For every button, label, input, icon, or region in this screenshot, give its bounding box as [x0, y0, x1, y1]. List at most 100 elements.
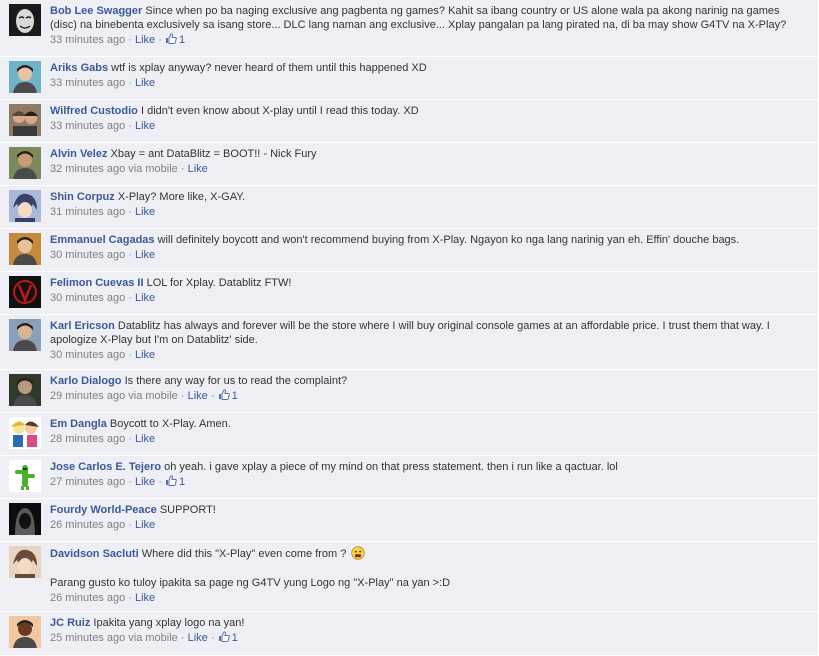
- comment-timestamp[interactable]: 30 minutes ago: [50, 292, 125, 304]
- separator-dot: ·: [207, 632, 218, 644]
- comment-author-link[interactable]: JC Ruiz: [50, 617, 90, 629]
- anime-avatar[interactable]: [9, 546, 41, 578]
- thumbs-up-icon: [218, 631, 230, 646]
- like-button[interactable]: Like: [188, 390, 208, 402]
- comment-line: Jose Carlos E. Tejero oh yeah. i gave xp…: [50, 460, 798, 474]
- comment-timestamp[interactable]: 31 minutes ago: [50, 206, 125, 218]
- comment-meta: 29 minutes ago via mobile · Like · 1: [50, 389, 798, 404]
- like-button[interactable]: Like: [135, 476, 155, 488]
- comment-timestamp[interactable]: 33 minutes ago: [50, 120, 125, 132]
- comment-body: Ariks Gabs wtf is xplay anyway? never he…: [50, 61, 798, 90]
- comment-timestamp[interactable]: 33 minutes ago: [50, 34, 125, 46]
- via-mobile-label: via mobile: [128, 632, 178, 644]
- person-avatar[interactable]: [9, 616, 41, 648]
- comment-line: Karlo Dialogo Is there any way for us to…: [50, 374, 798, 388]
- separator-dot: ·: [207, 390, 218, 402]
- like-button[interactable]: Like: [188, 163, 208, 175]
- comment-meta: 25 minutes ago via mobile · Like · 1: [50, 631, 798, 646]
- comment-text: LOL for Xplay. Datablitz FTW!: [146, 277, 292, 289]
- comment-body: Karlo Dialogo Is there any way for us to…: [50, 374, 798, 404]
- comment-timestamp[interactable]: 27 minutes ago: [50, 476, 125, 488]
- comment: Emmanuel Cagadas will definitely boycott…: [0, 229, 818, 272]
- person-avatar[interactable]: [9, 374, 41, 406]
- like-button[interactable]: Like: [135, 519, 155, 531]
- like-count-link[interactable]: 1: [165, 33, 185, 48]
- comment-author-link[interactable]: Ariks Gabs: [50, 62, 108, 74]
- hooded-avatar[interactable]: [9, 503, 41, 535]
- person-avatar[interactable]: [9, 233, 41, 265]
- comment-timestamp[interactable]: 25 minutes ago: [50, 632, 125, 644]
- comment-body: Felimon Cuevas II LOL for Xplay. Databli…: [50, 276, 798, 305]
- comment-text: Xbay = ant DataBlitz = BOOT!! - Nick Fur…: [110, 148, 317, 160]
- comment-timestamp[interactable]: 26 minutes ago: [50, 592, 125, 604]
- like-button[interactable]: Like: [135, 592, 155, 604]
- comment-timestamp[interactable]: 30 minutes ago: [50, 249, 125, 261]
- comment-author-link[interactable]: Em Dangla: [50, 418, 107, 430]
- comment-text: Where did this "X-Play" even come from ?: [141, 548, 347, 560]
- comment: Karl Ericson Datablitz has always and fo…: [0, 315, 818, 370]
- separator-dot: ·: [125, 349, 135, 361]
- like-button[interactable]: Like: [135, 292, 155, 304]
- like-count-link[interactable]: 1: [218, 631, 238, 646]
- comment-timestamp[interactable]: 26 minutes ago: [50, 519, 125, 531]
- couple-avatar[interactable]: [9, 104, 41, 136]
- comment-body: Emmanuel Cagadas will definitely boycott…: [50, 233, 798, 262]
- comment-body: Alvin Velez Xbay = ant DataBlitz = BOOT!…: [50, 147, 798, 176]
- like-button[interactable]: Like: [135, 349, 155, 361]
- comment-author-link[interactable]: Jose Carlos E. Tejero: [50, 461, 161, 473]
- comment-line: Alvin Velez Xbay = ant DataBlitz = BOOT!…: [50, 147, 798, 161]
- comment-author-link[interactable]: Emmanuel Cagadas: [50, 234, 155, 246]
- like-button[interactable]: Like: [135, 120, 155, 132]
- comment-text: wtf is xplay anyway? never heard of them…: [111, 62, 427, 74]
- like-button[interactable]: Like: [135, 34, 155, 46]
- comment-author-link[interactable]: Bob Lee Swagger: [50, 5, 142, 17]
- comment-author-link[interactable]: Karl Ericson: [50, 320, 115, 332]
- cartoon-avatar[interactable]: [9, 417, 41, 449]
- via-mobile-label: via mobile: [128, 390, 178, 402]
- comment-line: Wilfred Custodio I didn't even know abou…: [50, 104, 798, 118]
- comment-timestamp[interactable]: 32 minutes ago: [50, 163, 125, 175]
- like-button[interactable]: Like: [135, 77, 155, 89]
- comment-text-continued: Parang gusto ko tuloy ipakita sa page ng…: [50, 577, 451, 589]
- separator-dot: ·: [125, 77, 135, 89]
- comment-line: Bob Lee Swagger Since when po ba naging …: [50, 4, 798, 32]
- v-symbol-avatar[interactable]: [9, 276, 41, 308]
- like-count-link[interactable]: 1: [218, 389, 238, 402]
- anime-avatar[interactable]: [9, 190, 41, 222]
- comment-author-link[interactable]: Karlo Dialogo: [50, 375, 122, 387]
- comment-author-link[interactable]: Davidson Sacluti: [50, 548, 139, 560]
- comment-timestamp[interactable]: 33 minutes ago: [50, 77, 125, 89]
- like-count-link[interactable]: 1: [165, 475, 186, 490]
- thumbs-up-icon: [165, 33, 177, 48]
- comment-meta: 31 minutes ago · Like: [50, 205, 798, 219]
- person-avatar[interactable]: [9, 147, 41, 179]
- comment-text: Boycott to X-Play. Amen.: [109, 418, 231, 430]
- comment-line: Shin Corpuz X-Play? More like, X-GAY.: [50, 190, 798, 204]
- like-button[interactable]: Like: [135, 249, 155, 261]
- comment-timestamp[interactable]: 30 minutes ago: [50, 349, 125, 361]
- comment-author-link[interactable]: Shin Corpuz: [50, 191, 115, 203]
- like-button[interactable]: Like: [135, 206, 155, 218]
- person-avatar[interactable]: [9, 61, 41, 93]
- separator-dot: ·: [125, 34, 135, 46]
- comment-meta: 33 minutes ago · Like: [50, 76, 798, 90]
- comment-timestamp[interactable]: 29 minutes ago: [50, 390, 125, 402]
- like-count: 1: [178, 476, 186, 488]
- thumbs-up-icon: [165, 475, 177, 490]
- comment-author-link[interactable]: Felimon Cuevas II: [50, 277, 144, 289]
- comment-author-link[interactable]: Wilfred Custodio: [50, 105, 138, 117]
- masked-face-avatar[interactable]: [9, 4, 41, 36]
- comment-meta: 30 minutes ago · Like: [50, 248, 798, 262]
- separator-dot: ·: [155, 34, 165, 46]
- like-count: 1: [231, 390, 238, 402]
- like-button[interactable]: Like: [188, 632, 208, 644]
- comment-text: oh yeah. i gave xplay a piece of my mind…: [164, 461, 618, 473]
- comment-author-link[interactable]: Fourdy World-Peace: [50, 504, 157, 516]
- cactuar-avatar[interactable]: [9, 460, 41, 492]
- separator-dot: ·: [125, 476, 135, 488]
- person-avatar[interactable]: [9, 319, 41, 351]
- like-button[interactable]: Like: [135, 433, 155, 445]
- comment-body: Karl Ericson Datablitz has always and fo…: [50, 319, 798, 362]
- comment-author-link[interactable]: Alvin Velez: [50, 148, 107, 160]
- comment-timestamp[interactable]: 28 minutes ago: [50, 433, 125, 445]
